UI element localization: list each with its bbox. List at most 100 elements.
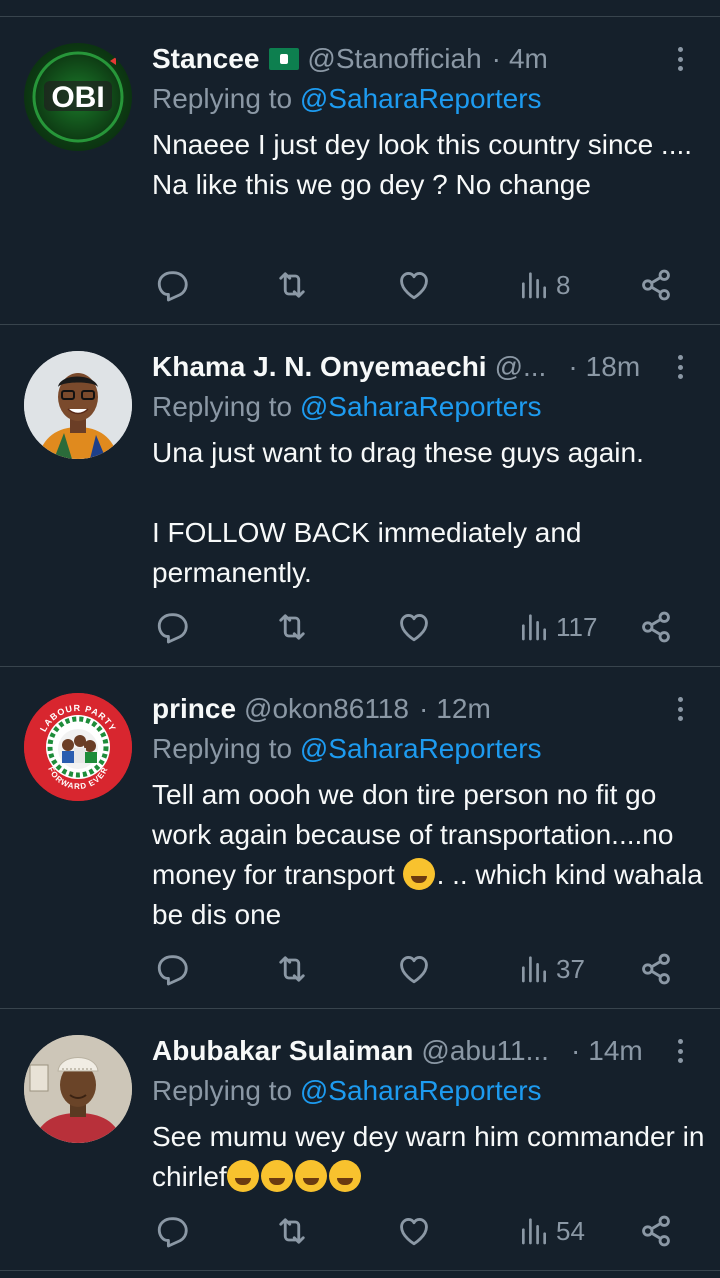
avatar-text: OBI — [51, 81, 104, 114]
share-icon — [638, 1213, 674, 1249]
more-icon[interactable] — [664, 693, 696, 725]
avatar[interactable]: LABOUR PARTY FORWARD EVER — [24, 693, 132, 801]
share-button[interactable] — [638, 949, 674, 989]
like-button[interactable] — [396, 949, 432, 989]
retweet-button[interactable] — [274, 949, 310, 989]
replying-label: Replying to — [152, 1075, 293, 1106]
retweet-icon — [274, 609, 310, 645]
user-handle[interactable]: @... — [495, 351, 547, 383]
tweet-text: Tell am oooh we don tire person no fit g… — [152, 775, 712, 935]
reply-icon — [154, 1213, 190, 1249]
tweet-header: Abubakar Sulaiman @abu11... · 14m — [152, 1033, 643, 1069]
avatar[interactable]: OBI — [24, 43, 132, 151]
reply-icon — [154, 951, 190, 987]
replying-to: Replying to @SaharaReporters — [152, 83, 542, 115]
tweet-text: See mumu wey dey warn him commander in c… — [152, 1117, 708, 1197]
reply-icon — [154, 609, 190, 645]
tweet-header: Stancee @Stanofficiah · 4m — [152, 41, 548, 77]
timestamp[interactable]: 12m — [436, 693, 490, 725]
reply-button[interactable] — [154, 265, 190, 305]
views-icon — [518, 953, 550, 985]
views-button[interactable]: 54 — [518, 1211, 585, 1251]
views-icon — [518, 269, 550, 301]
replying-to-link[interactable]: @SaharaReporters — [300, 83, 542, 114]
tweet[interactable]: LABOUR PARTY FORWARD EVER prince @okon86… — [0, 667, 720, 1007]
retweet-button[interactable] — [274, 265, 310, 305]
tweet[interactable]: Abubakar Sulaiman @abu11... · 14m Replyi… — [0, 1009, 720, 1271]
avatar[interactable] — [24, 351, 132, 459]
retweet-button[interactable] — [274, 607, 310, 647]
reply-button[interactable] — [154, 607, 190, 647]
views-button[interactable]: 8 — [518, 265, 570, 305]
like-button[interactable] — [396, 607, 432, 647]
tweet-text: Una just want to drag these guys again. … — [152, 437, 644, 588]
replying-to: Replying to @SaharaReporters — [152, 733, 542, 765]
views-icon — [518, 1215, 550, 1247]
timestamp[interactable]: 14m — [588, 1035, 642, 1067]
user-handle[interactable]: @okon86118 — [244, 693, 409, 725]
retweet-icon — [274, 267, 310, 303]
reply-button[interactable] — [154, 1211, 190, 1251]
like-icon — [396, 951, 432, 987]
retweet-button[interactable] — [274, 1211, 310, 1251]
more-icon[interactable] — [664, 43, 696, 75]
separator: · — [568, 351, 578, 382]
display-name[interactable]: Abubakar Sulaiman — [152, 1035, 413, 1067]
replying-to-link[interactable]: @SaharaReporters — [300, 733, 542, 764]
replying-to: Replying to @SaharaReporters — [152, 391, 542, 423]
display-name[interactable]: prince — [152, 693, 236, 725]
tweet-actions: 37 — [152, 949, 696, 989]
divider — [0, 1270, 720, 1271]
avatar-image: OBI — [32, 51, 124, 143]
user-handle[interactable]: @Stanofficiah — [307, 43, 481, 75]
rolling-laughing-emoji-icon — [294, 1160, 327, 1192]
tweet-text: Nnaeee I just dey look this country sinc… — [152, 129, 693, 200]
macau-flag-icon — [269, 48, 300, 70]
share-button[interactable] — [638, 1211, 674, 1251]
share-icon — [638, 267, 674, 303]
tweet[interactable]: Khama J. N. Onyemaechi @... · 18m Replyi… — [0, 325, 720, 665]
share-icon — [638, 609, 674, 645]
more-icon[interactable] — [664, 351, 696, 383]
views-button[interactable]: 37 — [518, 949, 585, 989]
reply-icon — [154, 267, 190, 303]
tweet-header: prince @okon86118 · 12m — [152, 691, 491, 727]
more-icon[interactable] — [664, 1035, 696, 1067]
separator: · — [418, 693, 429, 724]
avatar-image — [24, 1035, 132, 1143]
tweet-actions: 117 — [152, 607, 696, 647]
tweet[interactable]: OBI Stancee @Stanofficiah · 4m Replying … — [0, 17, 720, 323]
view-count: 54 — [556, 1215, 585, 1246]
retweet-icon — [274, 951, 310, 987]
replying-to-link[interactable]: @SaharaReporters — [300, 391, 542, 422]
avatar-image: LABOUR PARTY FORWARD EVER — [24, 693, 132, 801]
rolling-laughing-emoji-icon — [328, 1160, 361, 1192]
like-button[interactable] — [396, 265, 432, 305]
share-icon — [638, 951, 674, 987]
timestamp[interactable]: 18m — [586, 351, 640, 383]
tweet-actions: 54 — [152, 1211, 696, 1251]
like-icon — [396, 609, 432, 645]
like-icon — [396, 1213, 432, 1249]
avatar[interactable] — [24, 1035, 132, 1143]
replying-to-link[interactable]: @SaharaReporters — [300, 1075, 542, 1106]
tweet-header: Khama J. N. Onyemaechi @... · 18m — [152, 349, 640, 385]
display-name[interactable]: Stancee — [152, 43, 259, 75]
tweet-actions: 8 — [152, 265, 696, 305]
share-button[interactable] — [638, 607, 674, 647]
reply-button[interactable] — [154, 949, 190, 989]
user-handle[interactable]: @abu11... — [421, 1035, 549, 1067]
display-name[interactable]: Khama J. N. Onyemaechi — [152, 351, 487, 383]
replying-label: Replying to — [152, 733, 293, 764]
rolling-laughing-emoji-icon — [226, 1160, 259, 1192]
replying-to: Replying to @SaharaReporters — [152, 1075, 542, 1107]
avatar-image — [24, 351, 132, 459]
views-button[interactable]: 117 — [518, 607, 597, 647]
share-button[interactable] — [638, 265, 674, 305]
view-count: 8 — [556, 269, 571, 300]
like-button[interactable] — [396, 1211, 432, 1251]
rolling-laughing-emoji-icon — [260, 1160, 293, 1192]
views-icon — [518, 611, 550, 643]
timestamp[interactable]: 4m — [509, 43, 548, 75]
view-count: 117 — [556, 611, 598, 642]
